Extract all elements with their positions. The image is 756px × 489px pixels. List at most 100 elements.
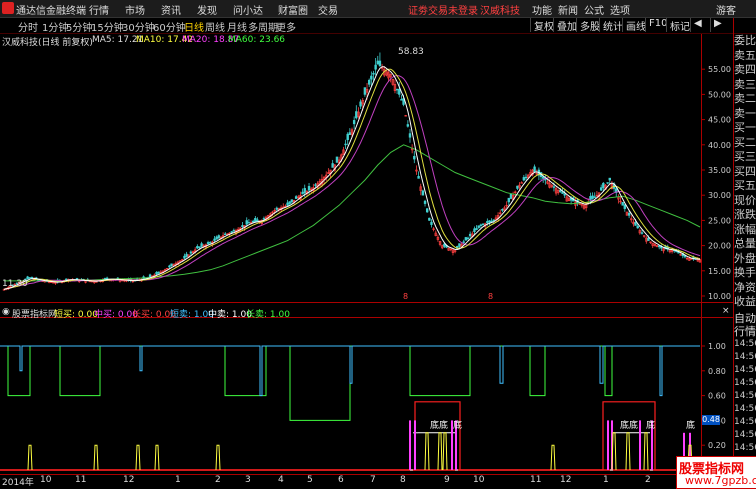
- sidebar-trade-item: 自动: [734, 311, 756, 325]
- date-label: 12: [123, 475, 135, 485]
- sidebar-quote-item: 总量: [734, 237, 756, 250]
- candle-body: [213, 238, 216, 241]
- candle-body: [206, 242, 210, 245]
- candle-body: [157, 271, 160, 274]
- sidebar-quote-item: 净资: [734, 280, 756, 294]
- candle-body: [516, 185, 519, 189]
- sidebar-trade-item: 14:56: [734, 338, 756, 349]
- date-label: 2: [215, 475, 221, 485]
- candle-body: [428, 217, 431, 221]
- candle-body: [475, 228, 478, 230]
- date-label: 5: [307, 475, 313, 485]
- sidebar-trade-item: 14:56: [734, 403, 756, 414]
- signal-mark-2: 8: [488, 292, 493, 301]
- candle-body: [552, 186, 556, 188]
- candle-body: [245, 220, 248, 225]
- candle-body: [209, 242, 212, 244]
- candle-body: [606, 182, 609, 184]
- short-buy-spike: [27, 444, 33, 471]
- candle-body: [247, 222, 251, 224]
- candle-body: [241, 225, 244, 228]
- sidebar-quote-item: 收益: [734, 295, 756, 308]
- candle-body: [217, 235, 221, 239]
- candle-body: [443, 243, 446, 247]
- indicator-name[interactable]: 股票指标网: [12, 307, 57, 320]
- date-label: 1: [175, 475, 181, 485]
- short-buy-spike: [154, 444, 160, 471]
- candle-body: [492, 219, 495, 221]
- candle-body: [224, 233, 227, 236]
- candle-body: [623, 204, 627, 209]
- short-buy-spike: [550, 444, 556, 471]
- candle-body: [636, 225, 639, 229]
- candle-body: [522, 177, 526, 181]
- candle-body: [413, 155, 416, 160]
- date-label: 12: [560, 475, 572, 485]
- candle-body: [464, 237, 468, 241]
- indicator-tick-label: 1.00: [708, 342, 726, 351]
- candle-body: [275, 207, 279, 210]
- kline-chart[interactable]: 55.00 50.00 45.00 40.00 35.00 30.00 25.00 20.00…: [0, 0, 734, 487]
- candle-body: [348, 132, 352, 136]
- candle-body: [423, 200, 427, 204]
- price-tick-label: 40.00: [708, 141, 731, 150]
- candle-body: [251, 220, 255, 223]
- candle-body: [488, 220, 491, 223]
- candle-body: [408, 133, 412, 138]
- sidebar-quote-item: 卖一: [734, 106, 756, 120]
- date-axis: 2014年 10 11 12 1 2 3 4 5 6 7 8 9 10 11 12 1 2: [0, 475, 734, 488]
- candle-body: [591, 195, 594, 199]
- candle-body: [335, 156, 339, 163]
- candle-body: [378, 60, 382, 67]
- sidebar-quote-item: 买四: [734, 164, 756, 178]
- candle-body: [346, 133, 349, 141]
- candle-body: [105, 277, 109, 280]
- price-tick-label: 45.00: [708, 116, 731, 125]
- candle-body: [425, 208, 429, 213]
- low-price-label: 11.30: [2, 279, 28, 289]
- ind-short-buy: 短买: 0.00: [54, 310, 98, 320]
- candle-body: [196, 246, 199, 249]
- close-indicator-icon[interactable]: ×: [722, 306, 730, 316]
- candle-body: [533, 166, 536, 172]
- candle-body: [65, 278, 68, 281]
- candle-body: [593, 196, 596, 198]
- candle-body: [473, 228, 476, 233]
- candle-body: [286, 202, 289, 206]
- candle-body: [486, 221, 489, 224]
- candle-body: [355, 111, 358, 119]
- candle-body: [352, 120, 356, 125]
- indicator-tick-label: 0.60: [708, 392, 726, 401]
- candle-body: [657, 245, 661, 248]
- indicator-toggle-icon[interactable]: ◉: [2, 307, 10, 317]
- candle-body: [290, 199, 294, 203]
- candle-body: [563, 193, 566, 196]
- candle-body: [185, 253, 188, 257]
- signal-mark-1: 8: [403, 292, 408, 301]
- candle-body: [200, 243, 203, 247]
- candle-body: [303, 188, 306, 193]
- date-label: 9: [444, 475, 450, 485]
- candle-body: [481, 223, 485, 226]
- peak-price-label: 58.83: [398, 47, 424, 57]
- sidebar-quote-item: 外盘: [734, 251, 756, 265]
- date-label: 7: [370, 475, 376, 485]
- candle-body: [314, 184, 317, 186]
- candle-body: [559, 190, 562, 193]
- candle-body: [288, 201, 291, 204]
- short-buy-spike: [625, 432, 631, 471]
- short-buy-spike: [135, 444, 141, 471]
- candle-body: [256, 219, 259, 222]
- candle-body: [627, 212, 631, 216]
- candle-body: [215, 236, 218, 240]
- sidebar-trade-item: 14:56: [734, 416, 756, 427]
- sidebar-trade-item: 14:56: [734, 351, 756, 362]
- date-label: 2: [645, 475, 651, 485]
- candle-body: [406, 124, 410, 127]
- date-label: 10: [40, 475, 52, 485]
- candle-body: [400, 99, 403, 101]
- watermark-url: www.7gpzb.com: [685, 474, 756, 487]
- candle-body: [640, 232, 644, 234]
- candle-body: [507, 197, 511, 203]
- candle-body: [155, 272, 158, 275]
